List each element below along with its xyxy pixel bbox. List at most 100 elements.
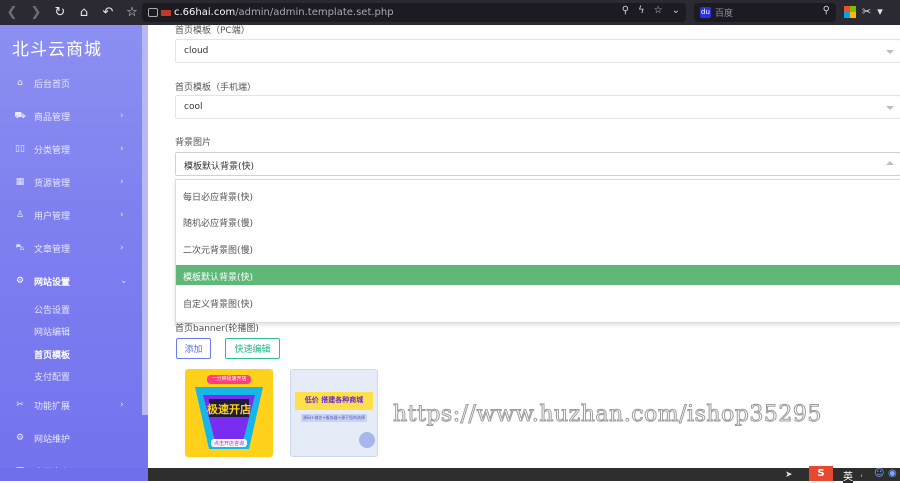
reload-icon[interactable]: ↻: [48, 0, 72, 25]
category-icon: ▯▯: [15, 144, 25, 154]
sidebar-item-articles[interactable]: ⛍ 文章管理 ›: [0, 237, 142, 259]
sidebar-item-extensions[interactable]: ✂ 功能扩展 ›: [0, 394, 142, 416]
settings-tray-icon[interactable]: ◉: [888, 468, 897, 479]
add-banner-button[interactable]: 添加: [176, 338, 211, 359]
admin-sidebar: 北斗云商城 ⌂ 后台首页 ⛟ 商品管理 › ▯▯ 分类管理 › ▦ 货源管理 ›…: [0, 25, 148, 481]
extension-icon: ✂: [16, 400, 24, 410]
undo-close-icon[interactable]: ↶: [96, 0, 120, 25]
grid-icon: ▦: [15, 177, 25, 187]
sidebar-item-label: 功能扩展: [34, 401, 71, 412]
chevron-right-icon: ›: [120, 177, 124, 187]
watermark-text: https://www.huzhan.com/ishop35295: [393, 402, 822, 428]
option-label: 随机必应背景(慢): [183, 219, 254, 229]
url-dropdown-icon[interactable]: ⌄: [672, 5, 680, 16]
banner-2-subtitle: 源码+域名+服务器+源于您的选择: [302, 415, 366, 420]
dropdown-option[interactable]: 自定义背景图(快): [176, 292, 900, 312]
search-placeholder: 百度: [715, 9, 734, 19]
sogou-ime-icon[interactable]: S: [809, 466, 833, 481]
submenu-announcement[interactable]: 公告设置: [34, 303, 70, 316]
gear-icon: ⚙: [15, 276, 25, 286]
site-favicon: [161, 9, 171, 16]
sidebar-item-label: 货源管理: [34, 178, 71, 189]
search-magnifier-icon[interactable]: ⚲: [823, 5, 830, 16]
scissors-icon[interactable]: ✂: [862, 5, 871, 18]
emoji-icon[interactable]: ☺: [874, 468, 884, 479]
search-bar[interactable]: du 百度 ⚲: [694, 3, 836, 22]
option-label: 每日必应背景(快): [183, 193, 254, 203]
menu-dropdown-icon[interactable]: ▾: [877, 5, 883, 18]
chevron-right-icon: ›: [120, 144, 124, 154]
cart-icon: ⛟: [14, 110, 26, 121]
sidebar-bottom-fill: [0, 468, 148, 481]
mobile-template-label: 首页模板（手机端）: [175, 83, 257, 93]
template-settings-form: 首页模板（PC端） cloud 首页模板（手机端） cool 背景图片 模板默认…: [148, 25, 900, 468]
banner-2-title: 低价 搭建各种商城: [304, 396, 364, 404]
chevron-down-icon: ⌄: [120, 276, 128, 286]
chevron-up-icon: [886, 161, 894, 165]
sidebar-item-site-settings[interactable]: ⚙ 网站设置 ⌄: [0, 270, 142, 292]
background-dropdown-list: 每日必应背景(快) 随机必应背景(慢) 二次元背景图(慢) 模板默认背景(快) …: [175, 179, 900, 323]
chevron-down-icon: [886, 106, 894, 110]
chevron-right-icon: ›: [120, 400, 124, 410]
site-info-icon[interactable]: [148, 8, 158, 17]
chevron-right-icon: ›: [120, 210, 124, 220]
pc-template-label: 首页模板（PC端）: [175, 26, 250, 36]
banner-2-graphic: [291, 370, 377, 456]
banner-thumbnail-1[interactable]: 一分钟极速开店 极速开店 点击开店咨询: [185, 369, 273, 457]
sidebar-item-supply[interactable]: ▦ 货源管理 ›: [0, 171, 142, 193]
forward-arrow-icon[interactable]: ❯: [24, 0, 48, 25]
sidebar-item-dashboard[interactable]: ⌂ 后台首页: [0, 72, 142, 94]
dropdown-option[interactable]: 随机必应背景(慢): [176, 211, 900, 231]
sidebar-item-label: 用户管理: [34, 211, 71, 222]
lightning-icon[interactable]: ϟ: [638, 5, 645, 16]
mobile-template-value: cool: [184, 102, 203, 112]
sidebar-item-products[interactable]: ⛟ 商品管理 ›: [0, 105, 142, 127]
submenu-payment[interactable]: 支付配置: [34, 370, 70, 383]
send-icon[interactable]: ➤: [785, 470, 793, 480]
home-button-icon[interactable]: ⌂: [72, 0, 96, 25]
sidebar-item-users[interactable]: ♙ 用户管理 ›: [0, 204, 142, 226]
sidebar-item-label: 网站设置: [34, 277, 71, 288]
microsoft-extension-icon[interactable]: [844, 5, 856, 18]
home-icon: ⌂: [17, 78, 23, 88]
option-label: 自定义背景图(快): [183, 300, 254, 310]
submenu-home-template[interactable]: 首页模板: [34, 348, 70, 361]
sidebar-item-label: 网站维护: [34, 434, 71, 445]
user-icon: ♙: [15, 210, 25, 220]
submenu-site-edit[interactable]: 网站编辑: [34, 325, 70, 338]
pc-template-select[interactable]: cloud: [175, 39, 900, 63]
sidebar-item-label: 分类管理: [34, 145, 71, 156]
background-select[interactable]: 模板默认背景(快): [175, 152, 900, 176]
sidebar-item-categories[interactable]: ▯▯ 分类管理 ›: [0, 138, 142, 160]
maintenance-icon: ⚙: [15, 433, 25, 443]
sidebar-item-maintenance[interactable]: ⚙ 网站维护: [0, 427, 142, 449]
chevron-down-icon: [886, 50, 894, 54]
browser-toolbar: ❮ ❯ ↻ ⌂ ↶ ☆ c.66hai.com /admin/admin.tem…: [0, 0, 900, 25]
banner-1-tagline: 一分钟极速开店: [211, 376, 247, 382]
chevron-right-icon: ›: [120, 243, 124, 253]
baidu-engine-icon[interactable]: du: [700, 7, 711, 18]
sidebar-item-label: 文章管理: [34, 244, 71, 255]
option-label: 二次元背景图(慢): [183, 246, 254, 256]
punctuation-icon[interactable]: ,: [860, 468, 863, 479]
banner-1-title: 极速开店: [207, 403, 251, 416]
sidebar-item-label: 后台首页: [34, 79, 71, 90]
url-bar[interactable]: c.66hai.com /admin/admin.template.set.ph…: [142, 3, 686, 22]
banner-1-subtitle: 点击开店咨询: [213, 441, 244, 447]
page-star-icon[interactable]: ☆: [654, 5, 663, 16]
sidebar-item-label: 商品管理: [34, 112, 71, 123]
car-icon: ⛍: [15, 242, 25, 253]
zoom-search-icon[interactable]: ⚲: [622, 5, 629, 16]
option-label: 模板默认背景(快): [183, 273, 254, 283]
dropdown-option-selected[interactable]: 模板默认背景(快): [176, 265, 900, 285]
dropdown-option[interactable]: 二次元背景图(慢): [176, 238, 900, 258]
brand-title: 北斗云商城: [12, 40, 102, 60]
dropdown-option[interactable]: 每日必应背景(快): [176, 185, 900, 205]
bookmark-star-icon[interactable]: ☆: [120, 0, 144, 25]
url-host: c.66hai.com: [174, 7, 236, 18]
mobile-template-select[interactable]: cool: [175, 95, 900, 119]
pc-template-value: cloud: [184, 46, 209, 56]
back-arrow-icon[interactable]: ❮: [0, 0, 24, 25]
quick-edit-button[interactable]: 快速编辑: [225, 338, 280, 359]
banner-thumbnail-2[interactable]: 低价 搭建各种商城 源码+域名+服务器+源于您的选择: [290, 369, 378, 457]
